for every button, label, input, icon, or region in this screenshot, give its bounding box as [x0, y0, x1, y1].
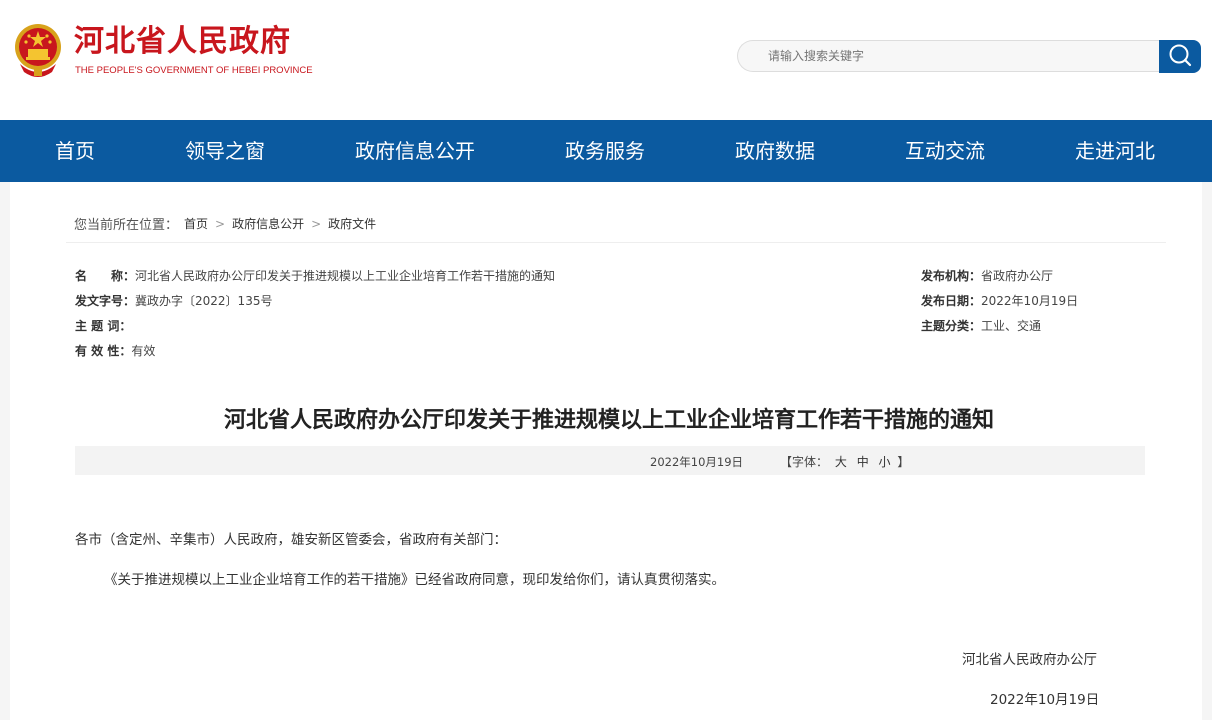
- article-signature-date: 2022年10月19日: [990, 692, 1100, 708]
- meta-keywords-label: 主 题 词：: [75, 319, 132, 333]
- meta-publish-date-label: 发布日期：: [921, 294, 982, 308]
- main-nav: 首页 领导之窗 政府信息公开 政务服务 政府数据 互动交流 走进河北: [0, 120, 1212, 182]
- breadcrumb: 您当前所在位置： 首页 > 政府信息公开 > 政府文件: [74, 214, 376, 234]
- article-info-bar: 2022年10月19日 【字体： 大 中 小 】: [75, 446, 1145, 475]
- article-date: 2022年10月19日: [650, 455, 744, 469]
- meta-issuer-label: 发布机构：: [921, 269, 982, 283]
- meta-validity: 有 效 性：有效: [75, 343, 155, 359]
- meta-category-value: 工业、交通: [981, 319, 1042, 333]
- meta-name-label: 名 称：: [75, 269, 136, 283]
- meta-category: 主题分类：工业、交通: [921, 318, 1041, 334]
- nav-item-home[interactable]: 首页: [55, 120, 95, 182]
- meta-doc-number-value: 冀政办字〔2022〕135号: [135, 294, 273, 308]
- meta-publish-date-value: 2022年10月19日: [981, 294, 1079, 308]
- site-header: 河北省人民政府 THE PEOPLE'S GOVERNMENT OF HEBEI…: [0, 0, 1212, 120]
- meta-validity-value: 有效: [131, 344, 156, 358]
- meta-name: 名 称：河北省人民政府办公厅印发关于推进规模以上工业企业培育工作若干措施的通知: [75, 268, 555, 284]
- font-size-medium[interactable]: 中: [857, 455, 869, 469]
- nav-item-services[interactable]: 政务服务: [565, 120, 645, 182]
- meta-doc-number: 发文字号：冀政办字〔2022〕135号: [75, 293, 272, 309]
- meta-category-label: 主题分类：: [921, 319, 982, 333]
- font-size-control: 【字体： 大 中 小 】: [780, 453, 909, 470]
- nav-item-info-disclosure[interactable]: 政府信息公开: [355, 120, 475, 182]
- meta-publish-date: 发布日期：2022年10月19日: [921, 293, 1078, 309]
- chevron-right-icon: >: [311, 216, 322, 231]
- content-panel: 您当前所在位置： 首页 > 政府信息公开 > 政府文件 名 称：河北省人民政府办…: [10, 182, 1202, 720]
- article-signature: 河北省人民政府办公厅: [962, 652, 1097, 668]
- font-size-label: 【字体：: [780, 455, 829, 469]
- meta-name-value: 河北省人民政府办公厅印发关于推进规模以上工业企业培育工作若干措施的通知: [135, 269, 556, 283]
- site-title[interactable]: 河北省人民政府: [74, 24, 291, 60]
- search-input[interactable]: [737, 40, 1159, 72]
- breadcrumb-info-disclosure[interactable]: 政府信息公开: [232, 215, 304, 232]
- meta-doc-number-label: 发文字号：: [75, 294, 136, 308]
- chevron-right-icon: >: [215, 216, 226, 231]
- font-size-large[interactable]: 大: [835, 455, 847, 469]
- breadcrumb-home[interactable]: 首页: [184, 215, 208, 232]
- nav-item-interaction[interactable]: 互动交流: [905, 120, 985, 182]
- breadcrumb-gov-documents[interactable]: 政府文件: [328, 215, 376, 232]
- magnifier-icon: [1167, 42, 1193, 72]
- article-salutation: 各市（含定州、辛集市）人民政府，雄安新区管委会，省政府有关部门：: [75, 532, 507, 548]
- nav-item-about-hebei[interactable]: 走进河北: [1075, 120, 1155, 182]
- search-button[interactable]: [1159, 40, 1201, 73]
- nav-item-data[interactable]: 政府数据: [735, 120, 815, 182]
- site-subtitle: THE PEOPLE'S GOVERNMENT OF HEBEI PROVINC…: [75, 65, 313, 76]
- meta-validity-label: 有 效 性：: [75, 344, 132, 358]
- font-size-label-close: 】: [897, 455, 910, 469]
- nav-item-leaders[interactable]: 领导之窗: [185, 120, 265, 182]
- breadcrumb-label: 您当前所在位置：: [74, 218, 179, 233]
- meta-issuer-value: 省政府办公厅: [981, 269, 1054, 283]
- article-body: 《关于推进规模以上工业企业培育工作的若干措施》已经省政府同意，现印发给你们，请认…: [104, 572, 725, 588]
- meta-keywords: 主 题 词：: [75, 318, 131, 334]
- divider: [66, 242, 1166, 243]
- font-size-small[interactable]: 小: [879, 455, 891, 469]
- meta-issuer: 发布机构：省政府办公厅: [921, 268, 1053, 284]
- national-emblem-icon[interactable]: [12, 22, 64, 78]
- article-title: 河北省人民政府办公厅印发关于推进规模以上工业企业培育工作若干措施的通知: [223, 407, 994, 433]
